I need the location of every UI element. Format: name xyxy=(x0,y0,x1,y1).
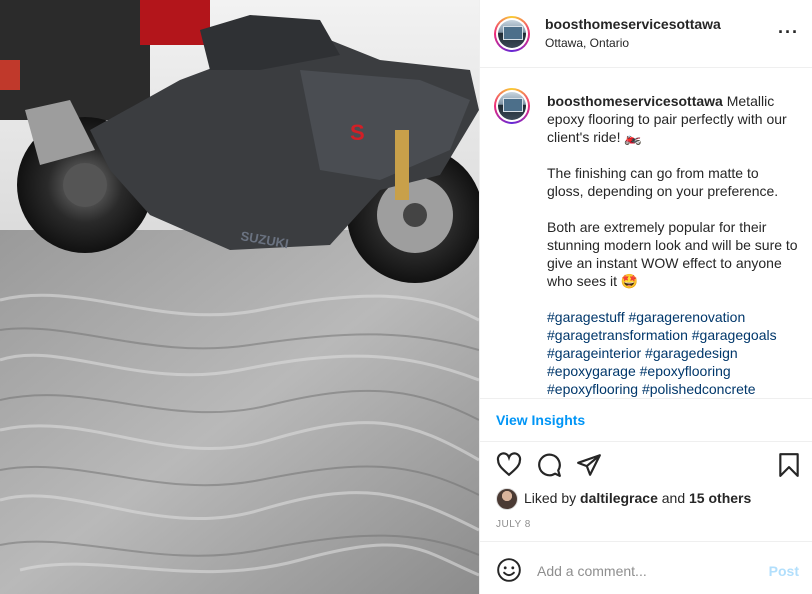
caption-hashtags[interactable]: #garagestuff #garagerenovation #garagetr… xyxy=(547,308,799,398)
likes-prefix: Liked by xyxy=(524,490,577,506)
header-username[interactable]: boosthomeservicesottawa xyxy=(545,16,721,32)
emoji-icon[interactable] xyxy=(496,557,522,583)
share-icon[interactable] xyxy=(576,452,602,478)
liker-username[interactable]: daltilegrace xyxy=(580,490,658,506)
view-insights-link[interactable]: View Insights xyxy=(496,412,585,428)
caption-text: boosthomeservicesottawa Metallic epoxy f… xyxy=(547,92,799,398)
likes-row: Liked by daltilegrace and 15 others xyxy=(496,488,806,510)
bookmark-icon[interactable] xyxy=(776,452,802,478)
comment-icon[interactable] xyxy=(536,452,562,478)
svg-text:S: S xyxy=(350,120,365,145)
view-insights-bar: View Insights xyxy=(480,398,812,442)
action-bar xyxy=(480,452,812,482)
caption-paragraph-2: The finishing can go from matte to gloss… xyxy=(547,165,779,199)
post-date[interactable]: JULY 8 xyxy=(496,519,531,530)
post-header: boosthomeservicesottawa Ottawa, Ontario … xyxy=(480,0,812,68)
caption-username[interactable]: boosthomeservicesottawa xyxy=(547,93,723,109)
likes-text: Liked by daltilegrace and 15 others xyxy=(524,490,751,506)
post-photo[interactable]: S SUZUKI xyxy=(0,0,479,594)
comment-input[interactable]: Add a comment... xyxy=(537,563,647,579)
location-link[interactable]: Ottawa, Ontario xyxy=(545,36,629,50)
caption-avatar[interactable] xyxy=(494,88,530,124)
heart-icon[interactable] xyxy=(496,452,522,478)
likes-and: and xyxy=(661,490,686,506)
more-horizontal-icon[interactable]: ··· xyxy=(778,23,799,41)
caption-paragraph-3: Both are extremely popular for their stu… xyxy=(547,219,798,289)
post-detail-panel: boosthomeservicesottawa Ottawa, Ontario … xyxy=(479,0,812,594)
profile-avatar[interactable] xyxy=(494,16,530,52)
motorcycle-photo: S SUZUKI xyxy=(0,0,479,594)
likes-others-link[interactable]: 15 others xyxy=(689,490,751,506)
comment-box: Add a comment... Post xyxy=(480,541,812,594)
caption-area: boosthomeservicesottawa Metallic epoxy f… xyxy=(480,68,812,398)
post-comment-button[interactable]: Post xyxy=(769,563,799,579)
liker-avatar[interactable] xyxy=(496,488,518,510)
